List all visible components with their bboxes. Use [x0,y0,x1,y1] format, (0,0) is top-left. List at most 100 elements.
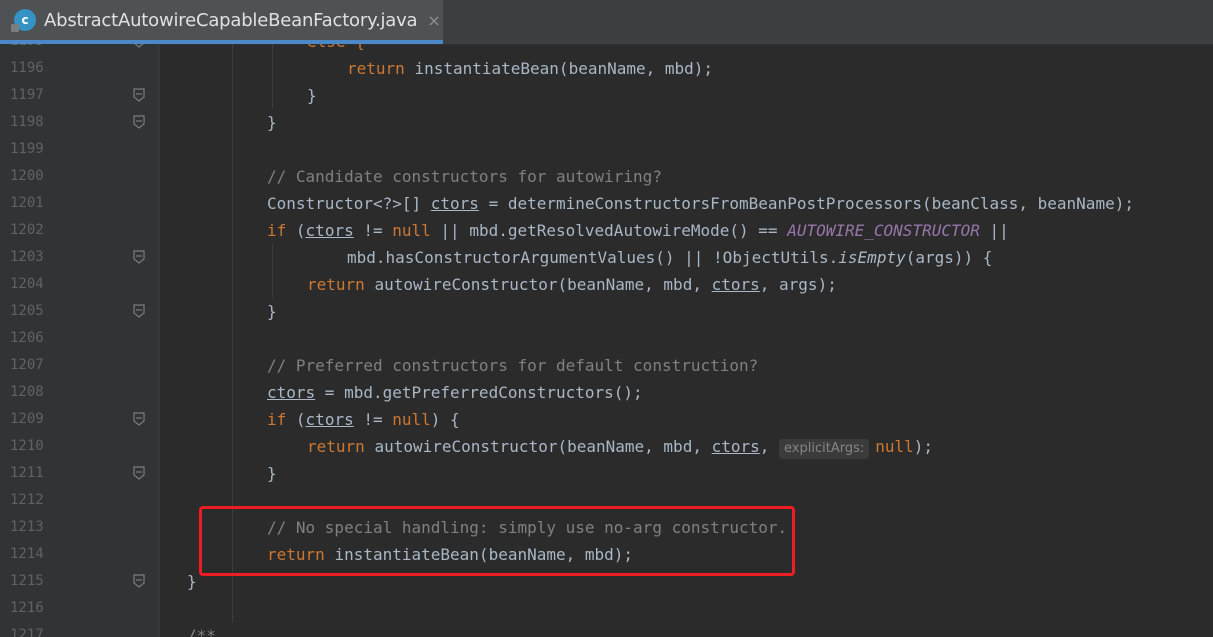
line-number: 1213 [10,519,44,535]
code-token: /** [187,626,216,637]
code-token: null [392,221,431,240]
line-number: 1208 [10,384,44,400]
code-token: ctors [711,275,760,294]
code-line[interactable]: ctors = mbd.getPreferredConstructors(); [267,379,643,406]
line-number: 1217 [10,627,44,637]
code-token: } [267,113,277,132]
fold-marker-icon[interactable] [132,568,146,595]
code-token: Constructor<?>[] [267,194,431,213]
line-number: 1203 [10,249,44,265]
code-token: = mbd.getPreferredConstructors(); [315,383,643,402]
code-token: , args); [759,275,837,294]
line-number: 1200 [10,168,44,184]
code-token: != [353,410,393,429]
code-token: if [267,221,296,240]
tab-abstract-autowire-capable-bean-factory[interactable]: c AbstractAutowireCapableBeanFactory.jav… [0,0,443,44]
code-token: instantiateBean(beanName, mbd); [414,59,714,78]
line-number: 1216 [10,600,44,616]
code-token: || mbd.getResolvedAutowireMode() == [430,221,788,240]
close-icon[interactable]: × [427,11,440,30]
code-token: return [347,59,415,78]
code-token: isEmpty [838,248,906,267]
indent-guide [272,44,273,109]
code-line[interactable]: // Preferred constructors for default co… [267,352,758,379]
code-token: null [392,410,431,429]
code-token: // Preferred constructors for default co… [267,356,759,375]
code-token: ctors [305,221,354,240]
code-token: (args)) { [905,248,993,267]
fold-marker-icon[interactable] [132,460,146,487]
code-token: , [759,437,780,456]
fold-marker-icon[interactable] [132,44,146,55]
line-number: 1196 [10,60,44,76]
code-token: || [979,221,1009,240]
java-class-icon: c [11,9,36,32]
code-token: ( [295,221,306,240]
code-token: } [267,302,277,321]
code-line[interactable]: } [267,460,277,487]
code-line[interactable]: return autowireConstructor(beanName, mbd… [307,433,933,460]
code-token: = determineConstructorsFromBeanPostProce… [478,194,1134,213]
line-number: 1215 [10,573,44,589]
code-token: } [187,572,197,591]
line-number: 1199 [10,141,44,157]
code-token: != [353,221,393,240]
fold-marker-icon[interactable] [132,82,146,109]
code-line[interactable]: } [307,82,317,109]
line-number: 1195 [0,44,70,55]
line-number: 1211 [10,465,44,481]
code-token: mbd.hasConstructorArgumentValues() || !O… [347,248,839,267]
code-token: ( [295,410,306,429]
code-token: autowireConstructor(beanName, mbd, [374,275,712,294]
code-token: ) { [430,410,460,429]
code-line[interactable]: return autowireConstructor(beanName, mbd… [307,271,837,298]
line-number: 1201 [10,195,44,211]
fold-marker-icon[interactable] [132,244,146,271]
code-token: null [875,437,914,456]
code-token: ); [913,437,934,456]
fold-marker-icon[interactable] [132,406,146,433]
code-token: ctors [430,194,479,213]
code-token: ctors [305,410,354,429]
line-number: 1209 [10,411,44,427]
line-number-gutter: 1195 1196 1197 1198 1199 1200 1201 1202 1203 1204… [0,44,160,637]
line-number: 1214 [10,546,44,562]
code-line[interactable]: return instantiateBean(beanName, mbd); [347,55,713,82]
indent-guide [272,244,273,298]
code-line[interactable]: mbd.hasConstructorArgumentValues() || !O… [347,244,992,271]
code-token: autowireConstructor(beanName, mbd, [374,437,712,456]
code-line[interactable]: } [267,109,277,136]
code-line[interactable]: } [267,298,277,325]
code-token: return [307,275,375,294]
line-number: 1198 [10,114,44,130]
code-line[interactable]: Constructor<?>[] ctors = determineConstr… [267,190,1134,217]
line-number: 1206 [10,330,44,346]
code-line[interactable]: // Candidate constructors for autowiring… [267,163,662,190]
code-token: AUTOWIRE_CONSTRUCTOR [787,221,980,240]
line-number: 1202 [10,222,44,238]
parameter-hint: explicitArgs: [779,439,870,459]
highlight-annotation-box [199,506,795,576]
code-token: ctors [711,437,760,456]
editor-tab-bar: c AbstractAutowireCapableBeanFactory.jav… [0,0,1213,45]
code-line[interactable]: else { [307,44,365,55]
code-token: ctors [267,383,316,402]
line-number: 1210 [10,438,44,454]
code-token: return [307,437,375,456]
code-line[interactable]: if (ctors != null) { [267,406,460,433]
code-line[interactable]: } [187,568,197,595]
code-token: if [267,410,296,429]
tab-title: AbstractAutowireCapableBeanFactory.java [44,9,418,31]
gutter-divider [158,44,159,637]
line-number: 1207 [10,357,44,373]
line-number: 1212 [10,492,44,508]
code-line[interactable]: if (ctors != null || mbd.getResolvedAuto… [267,217,1009,244]
code-token: else { [307,44,365,51]
code-token: // Candidate constructors for autowiring… [267,167,662,186]
fold-marker-icon[interactable] [132,109,146,136]
code-token: } [307,86,317,105]
line-number: 1204 [10,276,44,292]
line-number: 1197 [10,87,44,103]
code-line[interactable]: /** [187,622,216,637]
fold-marker-icon[interactable] [132,298,146,325]
